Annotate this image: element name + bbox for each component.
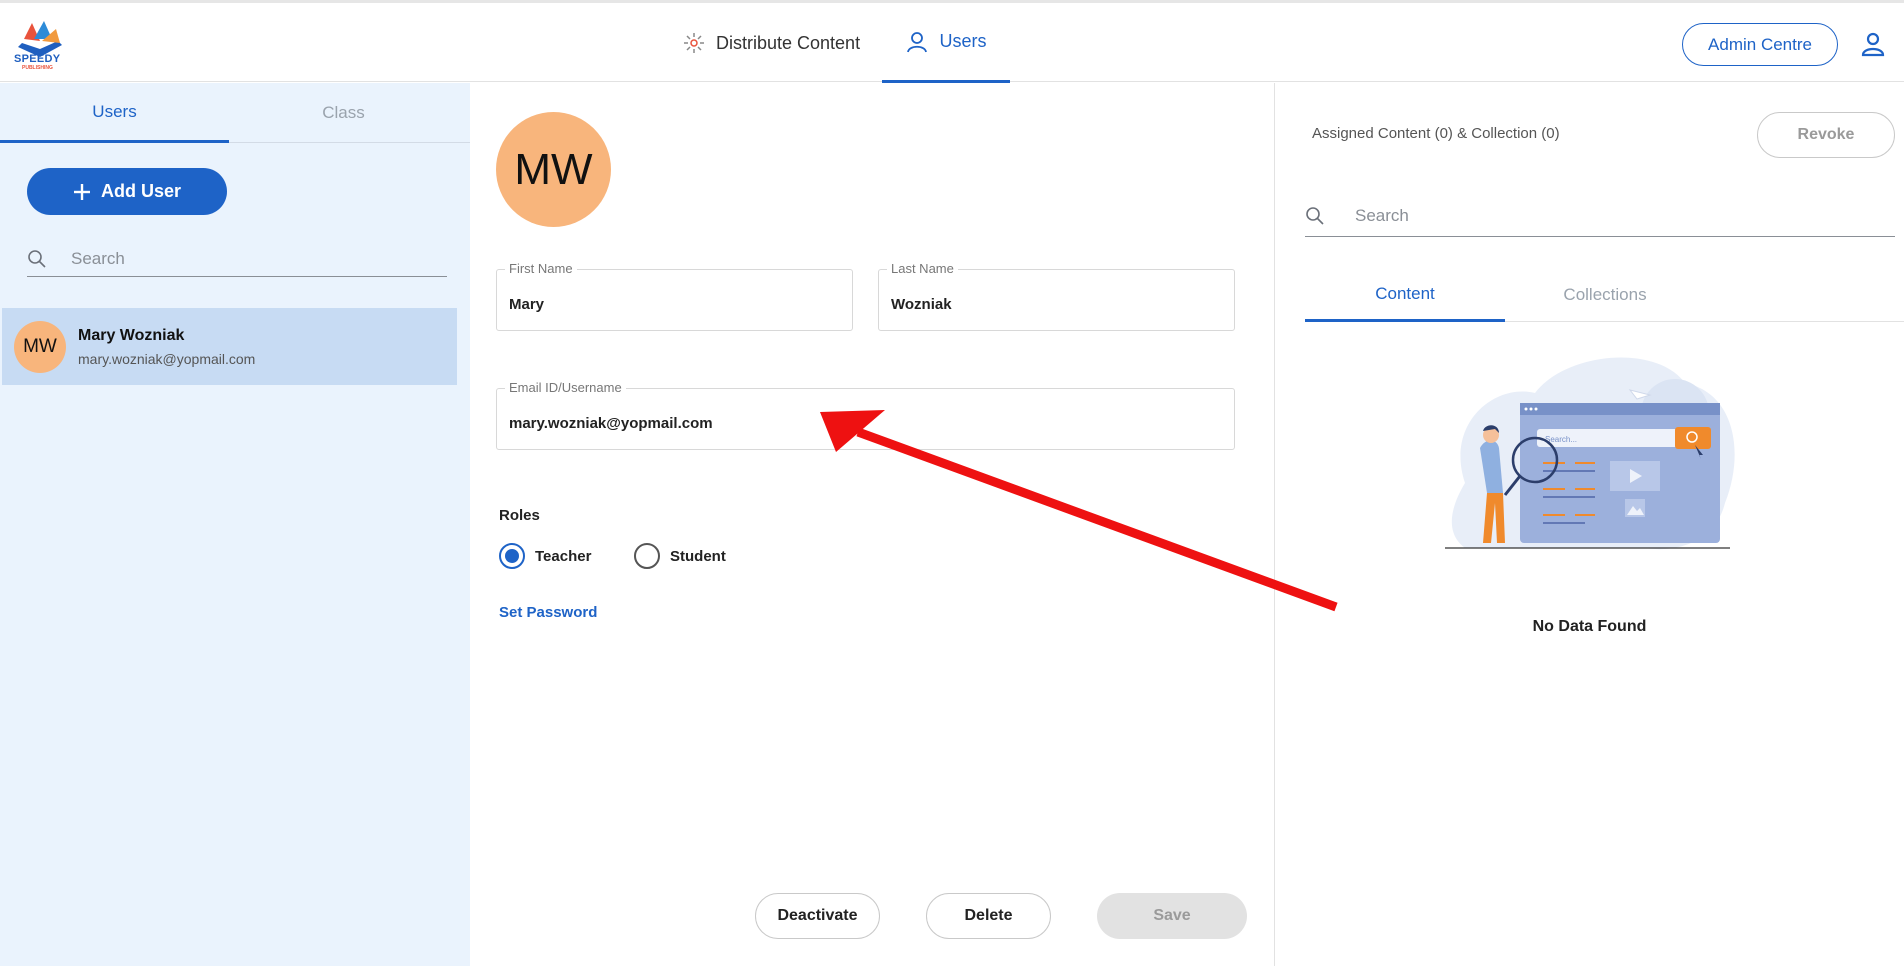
logo-subtext: PUBLISHING <box>22 65 53 71</box>
delete-button[interactable]: Delete <box>926 893 1051 939</box>
last-name-field[interactable]: Last Name Wozniak <box>878 261 1235 331</box>
assigned-content-title: Assigned Content (0) & Collection (0) <box>1312 125 1560 142</box>
admin-centre-button[interactable]: Admin Centre <box>1682 23 1838 66</box>
revoke-button[interactable]: Revoke <box>1757 112 1895 158</box>
tab-content[interactable]: Content <box>1305 268 1505 322</box>
roles-label: Roles <box>499 507 540 524</box>
first-name-label: First Name <box>505 261 577 276</box>
add-user-label: Add User <box>100 181 181 201</box>
content-search-input[interactable] <box>1355 205 1875 226</box>
radio-unselected-icon <box>634 543 660 569</box>
no-data-text: No Data Found <box>1532 618 1647 635</box>
top-bar: SPEEDY PUBLISHING Distribute Content Use… <box>0 0 1904 83</box>
role-teacher-radio[interactable]: Teacher <box>499 543 591 569</box>
nav-users[interactable]: Users <box>882 3 1010 83</box>
avatar-large: MW <box>496 112 611 227</box>
radio-selected-icon <box>499 543 525 569</box>
search-icon <box>28 249 46 268</box>
user-info: Mary Wozniak mary.wozniak@yopmail.com <box>78 327 255 367</box>
email-value: mary.wozniak@yopmail.com <box>509 415 713 432</box>
tab-collections[interactable]: Collections <box>1505 268 1705 322</box>
user-name: Mary Wozniak <box>78 326 185 344</box>
deactivate-button[interactable]: Deactivate <box>755 893 880 939</box>
email-label: Email ID/Username <box>505 380 626 395</box>
plus-icon <box>73 183 90 200</box>
role-teacher-label: Teacher <box>535 547 592 565</box>
sidebar-tabs: Users Class <box>0 83 470 143</box>
last-name-label: Last Name <box>887 261 958 276</box>
user-email: mary.wozniak@yopmail.com <box>78 350 256 367</box>
profile-icon[interactable] <box>1860 31 1886 57</box>
nav-users-label: Users <box>939 31 987 51</box>
assigned-content-panel: Assigned Content (0) & Collection (0) Re… <box>1275 83 1904 966</box>
role-student-radio[interactable]: Student <box>634 543 726 569</box>
no-data-illustration: Search... <box>1445 357 1735 550</box>
tab-class[interactable]: Class <box>229 83 458 143</box>
save-button[interactable]: Save <box>1097 893 1247 939</box>
sidebar-search-input[interactable] <box>71 248 431 269</box>
email-field[interactable]: Email ID/Username mary.wozniak@yopmail.c… <box>496 380 1235 450</box>
list-item[interactable]: MW Mary Wozniak mary.wozniak@yopmail.com <box>2 308 457 385</box>
nav-distribute-content[interactable]: Distribute Content <box>682 3 860 83</box>
first-name-value: Mary <box>509 296 545 313</box>
nav-distribute-label: Distribute Content <box>716 32 861 53</box>
role-student-label: Student <box>670 547 726 565</box>
sidebar-search <box>27 241 447 277</box>
content-search <box>1305 195 1895 237</box>
sidebar: Users Class Add User MW Mary Wozniak mar… <box>0 83 470 966</box>
distribute-icon <box>684 33 704 53</box>
add-user-button[interactable]: Add User <box>27 168 227 215</box>
set-password-link[interactable]: Set Password <box>499 604 597 621</box>
logo-text: SPEEDY <box>14 53 61 65</box>
avatar: MW <box>14 320 66 373</box>
tab-users[interactable]: Users <box>0 83 229 143</box>
first-name-field[interactable]: First Name Mary <box>496 261 853 331</box>
user-icon <box>907 31 928 52</box>
user-detail-panel: MW First Name Mary Last Name Wozniak Ema… <box>470 83 1275 966</box>
search-icon <box>1306 206 1324 225</box>
content-tabs: Content Collections <box>1305 268 1904 322</box>
last-name-value: Wozniak <box>891 296 952 313</box>
